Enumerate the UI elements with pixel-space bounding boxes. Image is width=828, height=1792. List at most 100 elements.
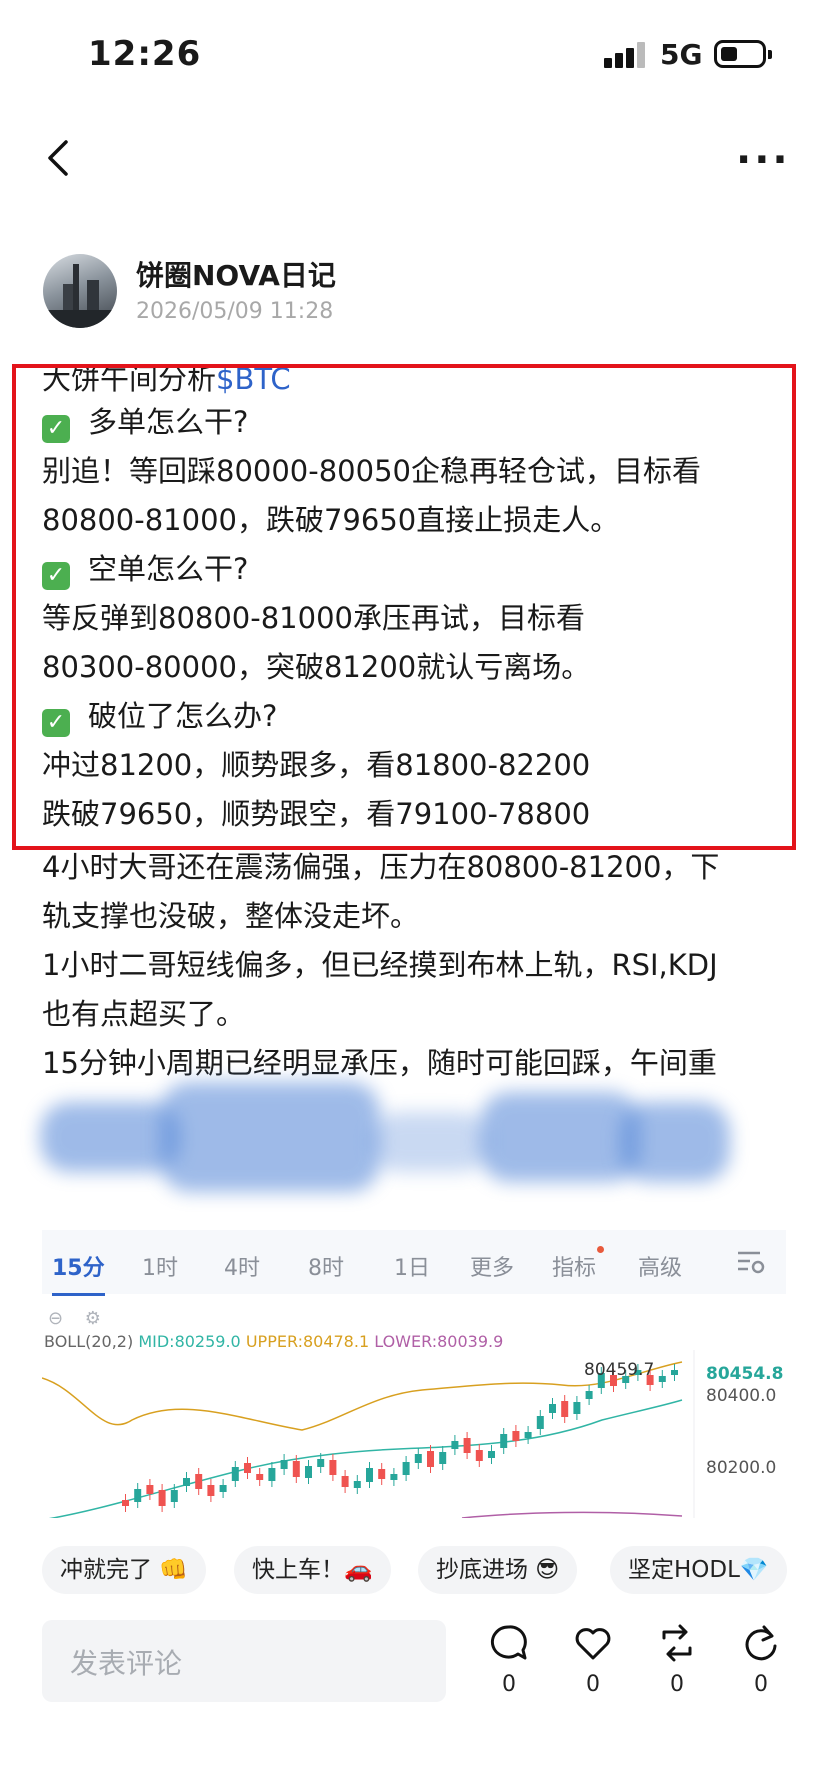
reaction-chip[interactable]: 抄底进场 😎 [418, 1546, 578, 1594]
tab-more[interactable]: 更多 [470, 1250, 514, 1282]
repost-count: 0 [670, 1672, 684, 1697]
candle [475, 1450, 483, 1461]
boll-lower: LOWER:80039.9 [374, 1332, 504, 1351]
candle [353, 1481, 361, 1488]
status-time: 12:26 [88, 34, 202, 74]
candle [658, 1376, 666, 1382]
tab-1d[interactable]: 1日 [394, 1250, 430, 1282]
kline-chart[interactable]: 15分 1时 4时 8时 1日 更多 指标 高级 ⊖ ⚙ BOLL(20,2) … [42, 1230, 786, 1520]
candle [414, 1454, 422, 1463]
candle [488, 1451, 495, 1458]
y-tick-label: 80200.0 [706, 1458, 777, 1478]
post-line: 15分钟小周期已经明显承压，随时可能回踩，午间重 [42, 1046, 717, 1080]
last-price-label: 80454.8 [706, 1364, 784, 1384]
candle [134, 1489, 142, 1502]
share-button[interactable]: 0 [736, 1624, 786, 1697]
reaction-chip[interactable]: 冲就完了 👊 [42, 1546, 206, 1594]
candle [122, 1500, 129, 1506]
comment-placeholder: 发表评论 [70, 1647, 183, 1680]
chart-settings-icon[interactable] [736, 1248, 766, 1276]
candle [378, 1469, 386, 1479]
candle [256, 1474, 264, 1480]
boll-name: BOLL(20,2) [44, 1332, 134, 1351]
chart-tabs: 15分 1时 4时 8时 1日 更多 指标 高级 [42, 1230, 786, 1296]
candle [170, 1490, 178, 1502]
post-line: 也有点超买了。 [42, 997, 246, 1031]
notification-dot [597, 1246, 605, 1253]
candle [146, 1485, 154, 1494]
candle [463, 1438, 471, 1453]
candle [500, 1434, 508, 1448]
post-line: 轨支撑也没破，整体没走坏。 [42, 899, 420, 933]
candle [439, 1452, 447, 1464]
candle [573, 1402, 581, 1414]
y-tick-label: 80400.0 [706, 1386, 777, 1406]
candle [317, 1459, 325, 1467]
candle [427, 1451, 434, 1467]
candle [219, 1485, 227, 1492]
share-icon [745, 1625, 777, 1661]
battery-icon [714, 40, 772, 68]
comment-input[interactable]: 发表评论 [42, 1620, 446, 1702]
boll-mid: MID:80259.0 [138, 1332, 241, 1351]
heart-icon [575, 1628, 611, 1660]
candle [402, 1462, 410, 1475]
candle [280, 1460, 288, 1469]
comment-button[interactable]: 0 [484, 1624, 534, 1697]
post-line: 1小时二哥短线偏多，但已经摸到布林上轨，RSI,KDJ [42, 948, 718, 982]
chevron-left-icon [48, 140, 68, 176]
candle [341, 1476, 349, 1487]
signal-icon [604, 42, 648, 68]
chart-toolbar-icons[interactable]: ⊖ ⚙ [48, 1308, 109, 1329]
tab-advanced[interactable]: 高级 [638, 1250, 682, 1282]
reaction-chip[interactable]: 快上车！🚗 [234, 1546, 391, 1594]
candle [195, 1474, 203, 1489]
tab-indicators-label: 指标 [552, 1256, 597, 1281]
candle [268, 1468, 276, 1481]
candle [207, 1485, 215, 1496]
redaction-scribble [40, 1082, 740, 1204]
post-line: 4小时大哥还在震荡偏强，压力在80800-81200，下 [42, 850, 720, 884]
highlight-box [12, 364, 796, 850]
tab-indicators[interactable]: 指标 [552, 1246, 605, 1282]
candle [390, 1474, 398, 1480]
candlestick-svg [42, 1350, 695, 1520]
candle [561, 1401, 569, 1417]
more-button[interactable]: ··· [736, 140, 791, 180]
comment-icon [490, 1625, 527, 1660]
candle [183, 1478, 190, 1486]
candle [305, 1466, 312, 1478]
repost-button[interactable]: 0 [652, 1624, 702, 1697]
candle [158, 1490, 166, 1506]
tab-4h[interactable]: 4时 [224, 1250, 260, 1282]
avatar-image [43, 264, 117, 328]
tab-8h[interactable]: 8时 [308, 1250, 344, 1282]
tab-15m[interactable]: 15分 [52, 1250, 105, 1296]
like-button[interactable]: 0 [568, 1624, 618, 1697]
boll-legend: BOLL(20,2) MID:80259.0 UPPER:80478.1 LOW… [44, 1332, 503, 1351]
network-label: 5G [660, 38, 703, 71]
repost-icon [662, 1624, 692, 1662]
reaction-chip[interactable]: 坚定HODL💎 [610, 1546, 787, 1594]
boll-upper: UPPER:80478.1 [245, 1332, 370, 1351]
candle [536, 1416, 544, 1429]
candle [329, 1460, 337, 1475]
post-timestamp: 2026/05/09 11:28 [136, 299, 334, 324]
candle [549, 1404, 556, 1413]
tab-1h[interactable]: 1时 [142, 1250, 178, 1282]
candle [451, 1441, 459, 1449]
high-marker-label: 80459.7 [584, 1360, 655, 1380]
candle [244, 1463, 251, 1473]
candle [585, 1391, 593, 1399]
candle [231, 1467, 239, 1481]
like-count: 0 [586, 1672, 600, 1697]
candlestick-plot: 80454.8 80400.0 80200.0 80459.7 [42, 1350, 786, 1520]
candle [524, 1432, 532, 1438]
share-count: 0 [754, 1672, 768, 1697]
candle [366, 1468, 373, 1482]
avatar[interactable] [43, 254, 117, 328]
back-button[interactable] [40, 138, 80, 178]
candle [512, 1431, 520, 1441]
candle [671, 1370, 678, 1375]
author-name[interactable]: 饼圈NOVA日记 [136, 254, 336, 294]
